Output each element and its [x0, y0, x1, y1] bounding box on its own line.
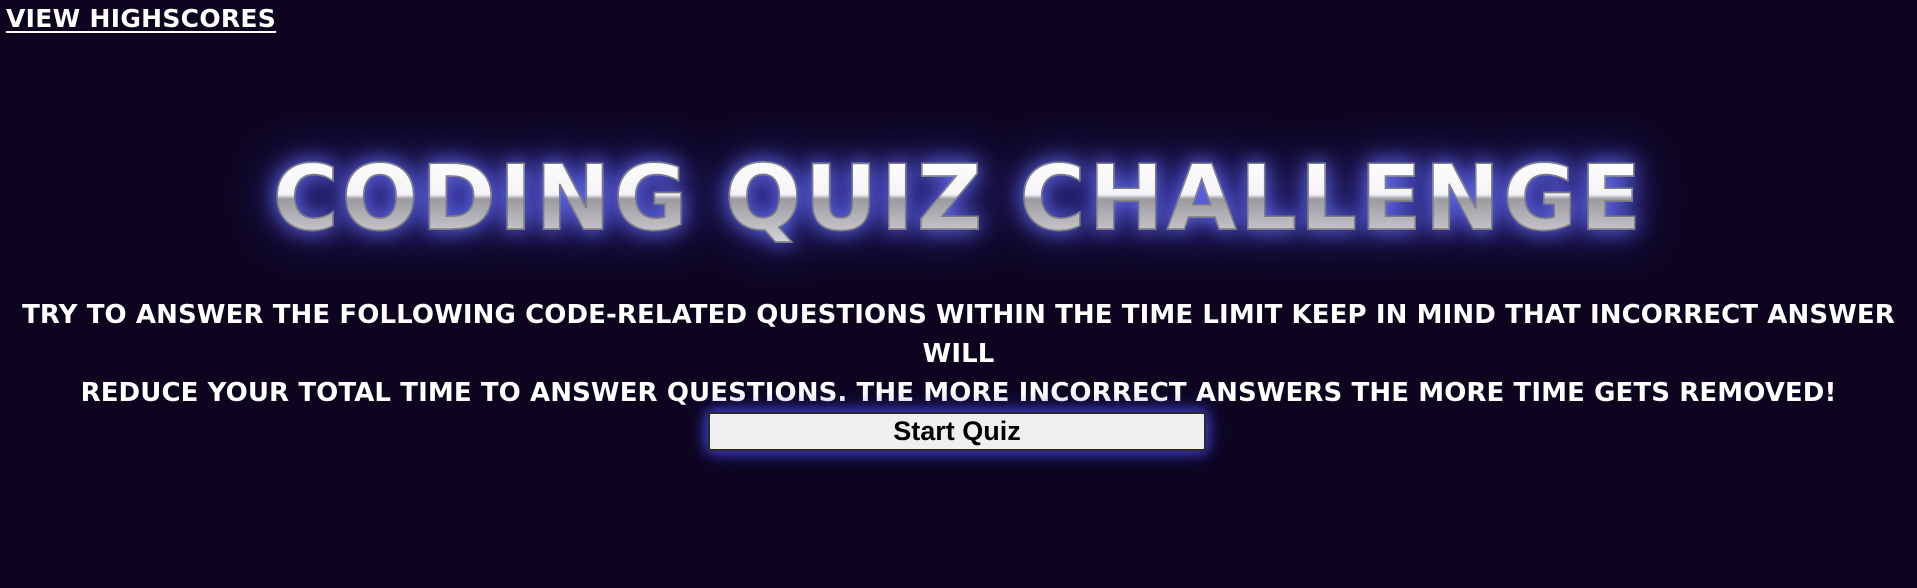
start-button-container: Start Quiz: [708, 412, 1206, 451]
instructions-line-1: TRY TO ANSWER THE FOLLOWING CODE-RELATED…: [22, 300, 1895, 369]
start-quiz-button[interactable]: Start Quiz: [708, 412, 1206, 451]
instructions-line-2: REDUCE YOUR TOTAL TIME TO ANSWER QUESTIO…: [80, 378, 1837, 408]
view-highscores-link[interactable]: VIEW HIGHSCORES: [6, 4, 276, 33]
page-title: CODING QUIZ CHALLENGE: [0, 153, 1917, 245]
quiz-instructions: TRY TO ANSWER THE FOLLOWING CODE-RELATED…: [10, 296, 1907, 413]
